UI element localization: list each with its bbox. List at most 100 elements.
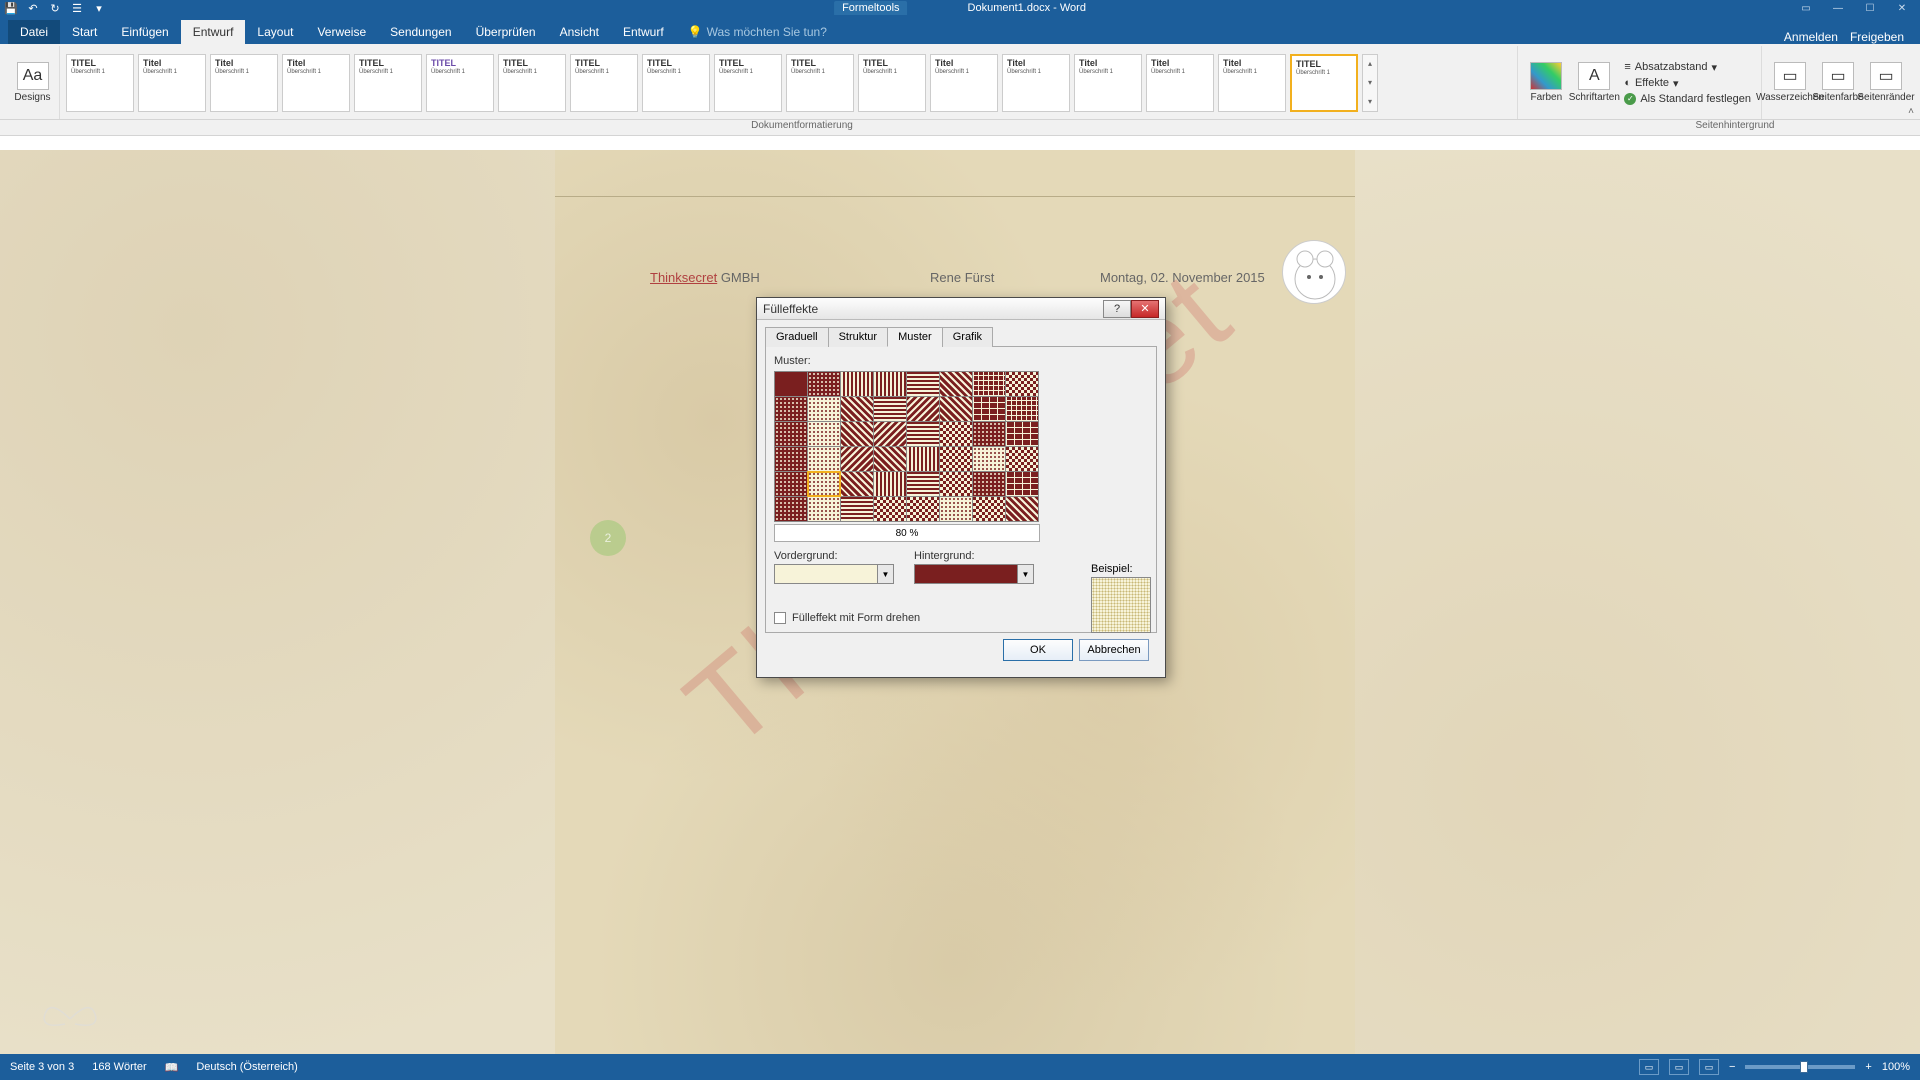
cancel-button[interactable]: Abbrechen (1079, 639, 1149, 661)
tab-picture[interactable]: Grafik (942, 327, 993, 347)
style-set-thumb[interactable]: TITELÜberschrift 1 (354, 54, 422, 112)
pattern-swatch[interactable] (973, 397, 1005, 421)
pattern-swatch[interactable] (841, 447, 873, 471)
foreground-color-picker[interactable]: ▼ (774, 564, 894, 584)
style-gallery-more[interactable]: ▴▾▾ (1362, 54, 1378, 112)
style-set-thumb[interactable]: TitelÜberschrift 1 (1002, 54, 1070, 112)
style-set-thumb[interactable]: TitelÜberschrift 1 (138, 54, 206, 112)
pattern-swatch[interactable] (874, 422, 906, 446)
pattern-swatch[interactable] (940, 422, 972, 446)
tab-insert[interactable]: Einfügen (109, 20, 180, 44)
pattern-swatch[interactable] (874, 447, 906, 471)
page-color-button[interactable]: ▭Seitenfarbe (1816, 60, 1860, 105)
pattern-swatch[interactable] (841, 472, 873, 496)
pattern-swatch[interactable] (874, 372, 906, 396)
dialog-titlebar[interactable]: Fülleffekte ? ✕ (757, 298, 1165, 320)
style-set-thumb[interactable]: TitelÜberschrift 1 (930, 54, 998, 112)
pattern-swatch[interactable] (940, 472, 972, 496)
zoom-out-icon[interactable]: − (1729, 1061, 1735, 1073)
style-set-thumb[interactable]: TitelÜberschrift 1 (282, 54, 350, 112)
close-icon[interactable]: ✕ (1888, 1, 1916, 15)
share-button[interactable]: Freigeben (1850, 30, 1904, 44)
pattern-swatch[interactable] (940, 397, 972, 421)
pattern-swatch[interactable] (1006, 472, 1038, 496)
redo-icon[interactable]: ↻ (48, 1, 62, 15)
pattern-swatch[interactable] (973, 372, 1005, 396)
maximize-icon[interactable]: ☐ (1856, 1, 1884, 15)
minimize-icon[interactable]: — (1824, 1, 1852, 15)
status-proofing-icon[interactable]: 📖 (165, 1061, 179, 1074)
set-default-button[interactable]: ✓Als Standard festlegen (1620, 92, 1755, 106)
style-set-thumb[interactable]: TITELÜberschrift 1 (858, 54, 926, 112)
pattern-swatch[interactable] (775, 372, 807, 396)
pattern-swatch[interactable] (841, 397, 873, 421)
tab-mailings[interactable]: Sendungen (378, 20, 463, 44)
pattern-swatch[interactable] (907, 372, 939, 396)
pattern-swatch[interactable] (775, 447, 807, 471)
tell-me-search[interactable]: 💡 Was möchten Sie tun? (676, 20, 839, 44)
style-set-thumb[interactable]: TitelÜberschrift 1 (1218, 54, 1286, 112)
view-read-icon[interactable]: ▭ (1639, 1059, 1659, 1075)
dialog-close-icon[interactable]: ✕ (1131, 300, 1159, 318)
signin-link[interactable]: Anmelden (1784, 30, 1838, 44)
zoom-level[interactable]: 100% (1882, 1061, 1910, 1073)
pattern-swatch[interactable] (808, 397, 840, 421)
comment-badge[interactable]: 2 (590, 520, 626, 556)
tab-design[interactable]: Entwurf (181, 20, 246, 44)
save-icon[interactable]: 💾 (4, 1, 18, 15)
ribbon-display-icon[interactable]: ▭ (1792, 1, 1820, 15)
themes-button[interactable]: Aa Designs (12, 60, 53, 105)
pattern-swatch[interactable] (808, 422, 840, 446)
pattern-swatch[interactable] (775, 497, 807, 521)
page-borders-button[interactable]: ▭Seitenränder (1864, 60, 1908, 105)
tab-layout[interactable]: Layout (245, 20, 305, 44)
style-set-thumb[interactable]: TITELÜberschrift 1 (714, 54, 782, 112)
tab-gradient[interactable]: Graduell (765, 327, 829, 347)
pattern-swatch[interactable] (841, 422, 873, 446)
style-set-thumb[interactable]: TITELÜberschrift 1 (426, 54, 494, 112)
pattern-swatch[interactable] (841, 372, 873, 396)
collapse-ribbon-icon[interactable]: ˄ (1908, 106, 1914, 117)
ok-button[interactable]: OK (1003, 639, 1073, 661)
pattern-swatch[interactable] (775, 422, 807, 446)
pattern-swatch[interactable] (808, 372, 840, 396)
pattern-swatch[interactable] (973, 422, 1005, 446)
pattern-swatch[interactable] (940, 447, 972, 471)
zoom-in-icon[interactable]: + (1865, 1061, 1871, 1073)
tab-equation-design[interactable]: Entwurf (611, 20, 676, 44)
style-set-thumb[interactable]: TITELÜberschrift 1 (570, 54, 638, 112)
style-set-thumb[interactable]: TitelÜberschrift 1 (1146, 54, 1214, 112)
effects-button[interactable]: ◐Effekte▾ (1620, 76, 1755, 91)
style-set-thumb[interactable]: TITELÜberschrift 1 (498, 54, 566, 112)
tab-pattern[interactable]: Muster (887, 327, 943, 347)
pattern-swatch[interactable] (1006, 422, 1038, 446)
pattern-swatch-selected[interactable] (808, 472, 840, 496)
pattern-swatch[interactable] (1006, 497, 1038, 521)
background-color-picker[interactable]: ▼ (914, 564, 1034, 584)
style-set-thumb[interactable]: TITELÜberschrift 1 (642, 54, 710, 112)
touch-mode-icon[interactable]: ☰ (70, 1, 84, 15)
undo-icon[interactable]: ↶ (26, 1, 40, 15)
style-set-thumb[interactable]: TitelÜberschrift 1 (1074, 54, 1142, 112)
pattern-swatch[interactable] (907, 422, 939, 446)
view-print-icon[interactable]: ▭ (1669, 1059, 1689, 1075)
pattern-swatch[interactable] (907, 472, 939, 496)
pattern-swatch[interactable] (907, 497, 939, 521)
pattern-swatch[interactable] (973, 447, 1005, 471)
status-language[interactable]: Deutsch (Österreich) (196, 1061, 297, 1073)
tab-review[interactable]: Überprüfen (464, 20, 548, 44)
style-set-thumb-selected[interactable]: TITELÜberschrift 1 (1290, 54, 1358, 112)
view-web-icon[interactable]: ▭ (1699, 1059, 1719, 1075)
pattern-swatch[interactable] (775, 472, 807, 496)
pattern-swatch[interactable] (1006, 397, 1038, 421)
status-page[interactable]: Seite 3 von 3 (10, 1061, 74, 1073)
style-set-thumb[interactable]: TITELÜberschrift 1 (786, 54, 854, 112)
dialog-help-icon[interactable]: ? (1103, 300, 1131, 318)
tab-view[interactable]: Ansicht (548, 20, 611, 44)
pattern-swatch[interactable] (874, 397, 906, 421)
tab-references[interactable]: Verweise (305, 20, 378, 44)
tab-texture[interactable]: Struktur (828, 327, 889, 347)
pattern-swatch[interactable] (1006, 447, 1038, 471)
pattern-swatch[interactable] (940, 372, 972, 396)
tab-file[interactable]: Datei (8, 20, 60, 44)
